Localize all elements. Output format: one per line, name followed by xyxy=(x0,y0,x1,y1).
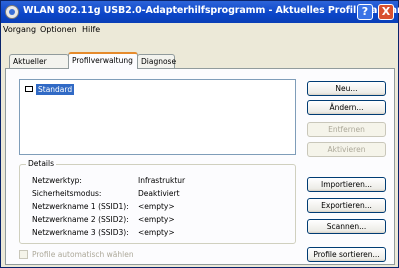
tab-strip: Aktueller Status Profilverwaltung Diagno… xyxy=(5,52,395,79)
new-profile-button[interactable]: Neu... xyxy=(307,81,386,96)
detail-label-ssid3: Netzwerkname 3 (SSID3): xyxy=(32,228,129,237)
detail-value-network-type: Infrastruktur xyxy=(138,176,186,185)
close-button[interactable]: X xyxy=(378,4,394,20)
detail-label-network-type: Netzwerktyp: xyxy=(32,176,82,185)
import-button[interactable]: Importieren... xyxy=(307,177,386,192)
profile-icon xyxy=(23,84,35,94)
detail-label-ssid1: Netzwerkname 1 (SSID1): xyxy=(32,202,129,211)
profile-name: Standard xyxy=(36,83,75,95)
detail-label-security-mode: Sicherheitsmodus: xyxy=(32,189,102,198)
window-title: WLAN 802.11g USB2.0-Adapterhilfsprogramm… xyxy=(23,5,399,16)
remove-profile-button[interactable]: Entfernen xyxy=(307,122,386,137)
detail-value-ssid2: <empty> xyxy=(138,215,175,224)
profile-list[interactable]: Standard xyxy=(19,79,296,155)
auto-select-checkbox[interactable] xyxy=(19,250,28,259)
detail-value-security-mode: Deaktiviert xyxy=(138,189,180,198)
list-item[interactable]: Standard xyxy=(23,83,75,95)
activate-profile-button[interactable]: Aktivieren xyxy=(307,142,386,157)
menu-vorgang[interactable]: Vorgang xyxy=(3,25,36,34)
sort-profiles-button[interactable]: Profile sortieren... xyxy=(307,247,386,262)
app-window: WLAN 802.11g USB2.0-Adapterhilfsprogramm… xyxy=(0,0,399,268)
details-legend: Details xyxy=(26,159,57,168)
help-button[interactable]: ? xyxy=(357,4,373,20)
title-bar[interactable]: WLAN 802.11g USB2.0-Adapterhilfsprogramm… xyxy=(1,1,399,23)
wlan-adapter-icon xyxy=(5,5,19,19)
export-button[interactable]: Exportieren... xyxy=(307,198,386,213)
menu-optionen[interactable]: Optionen xyxy=(40,25,77,34)
modify-profile-button[interactable]: Ändern... xyxy=(307,100,386,115)
detail-value-ssid3: <empty> xyxy=(138,228,175,237)
menu-hilfe[interactable]: Hilfe xyxy=(82,25,100,34)
detail-label-ssid2: Netzwerkname 2 (SSID2): xyxy=(32,215,129,224)
auto-select-row: Profile automatisch wählen xyxy=(19,250,134,259)
tab-profilverwaltung[interactable]: Profilverwaltung xyxy=(68,52,138,69)
detail-value-ssid1: <empty> xyxy=(138,202,175,211)
auto-select-label: Profile automatisch wählen xyxy=(32,250,134,259)
tab-aktueller-status[interactable]: Aktueller Status xyxy=(9,54,69,79)
details-group: Details Netzwerktyp: Infrastruktur Siche… xyxy=(19,159,296,244)
tab-diagnose[interactable]: Diagnose xyxy=(137,54,176,68)
menu-bar: Vorgang Optionen Hilfe xyxy=(1,23,398,39)
scan-button[interactable]: Scannen... xyxy=(307,219,386,234)
